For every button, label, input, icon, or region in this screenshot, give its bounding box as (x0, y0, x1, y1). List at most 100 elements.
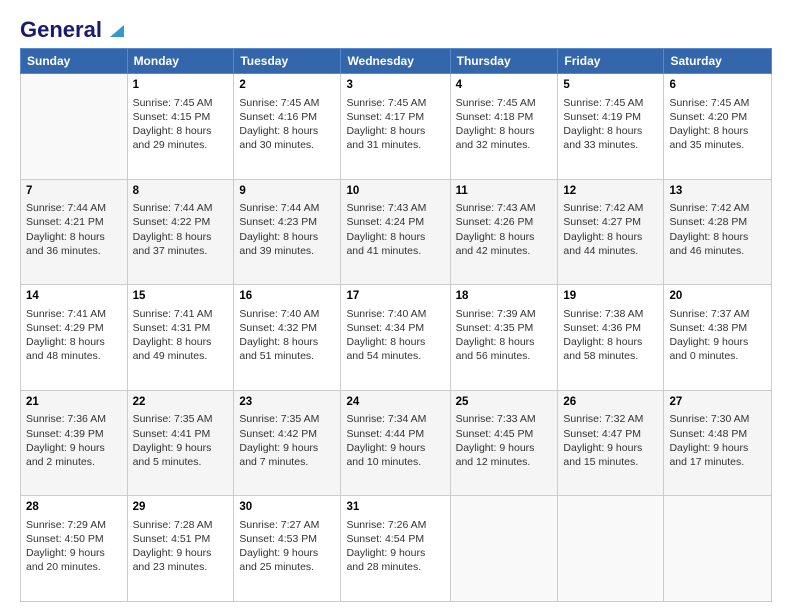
day-number: 29 (133, 500, 229, 516)
calendar-cell: 15Sunrise: 7:41 AMSunset: 4:31 PMDayligh… (127, 285, 234, 391)
calendar-cell: 5Sunrise: 7:45 AMSunset: 4:19 PMDaylight… (558, 74, 664, 180)
day-daylight: Daylight: 8 hours and 36 minutes. (26, 231, 105, 257)
day-number: 21 (26, 395, 122, 411)
day-sunset: Sunset: 4:22 PM (133, 216, 211, 228)
day-sunrise: Sunrise: 7:38 AM (563, 308, 643, 320)
day-sunset: Sunset: 4:36 PM (563, 322, 641, 334)
day-daylight: Daylight: 8 hours and 46 minutes. (669, 231, 748, 257)
day-number: 9 (239, 184, 335, 200)
day-daylight: Daylight: 9 hours and 5 minutes. (133, 442, 212, 468)
weekday-header-row: SundayMondayTuesdayWednesdayThursdayFrid… (21, 49, 772, 74)
calendar-table: SundayMondayTuesdayWednesdayThursdayFrid… (20, 48, 772, 602)
day-number: 31 (346, 500, 444, 516)
day-sunset: Sunset: 4:29 PM (26, 322, 104, 334)
logo: General (20, 18, 126, 38)
day-number: 30 (239, 500, 335, 516)
day-daylight: Daylight: 8 hours and 29 minutes. (133, 125, 212, 151)
day-sunset: Sunset: 4:53 PM (239, 533, 317, 545)
calendar-cell: 14Sunrise: 7:41 AMSunset: 4:29 PMDayligh… (21, 285, 128, 391)
calendar-cell: 6Sunrise: 7:45 AMSunset: 4:20 PMDaylight… (664, 74, 772, 180)
calendar-cell: 30Sunrise: 7:27 AMSunset: 4:53 PMDayligh… (234, 496, 341, 602)
day-daylight: Daylight: 8 hours and 31 minutes. (346, 125, 425, 151)
day-sunset: Sunset: 4:38 PM (669, 322, 747, 334)
day-sunset: Sunset: 4:28 PM (669, 216, 747, 228)
day-number: 5 (563, 78, 658, 94)
day-sunset: Sunset: 4:24 PM (346, 216, 424, 228)
day-sunset: Sunset: 4:32 PM (239, 322, 317, 334)
day-sunset: Sunset: 4:31 PM (133, 322, 211, 334)
calendar-cell: 1Sunrise: 7:45 AMSunset: 4:15 PMDaylight… (127, 74, 234, 180)
day-daylight: Daylight: 8 hours and 33 minutes. (563, 125, 642, 151)
day-daylight: Daylight: 9 hours and 15 minutes. (563, 442, 642, 468)
calendar-cell (558, 496, 664, 602)
day-sunrise: Sunrise: 7:33 AM (456, 413, 536, 425)
day-number: 20 (669, 289, 766, 305)
calendar-cell: 20 Sunrise: 7:37 AM Sunset: 4:38 PM Dayligh… (664, 285, 772, 391)
day-sunset: Sunset: 4:45 PM (456, 428, 534, 440)
weekday-header-sunday: Sunday (21, 49, 128, 74)
calendar-cell: 21Sunrise: 7:36 AMSunset: 4:39 PMDayligh… (21, 390, 128, 496)
day-number: 23 (239, 395, 335, 411)
day-sunset: Sunset: 4:16 PM (239, 111, 317, 123)
calendar-cell: 22Sunrise: 7:35 AMSunset: 4:41 PMDayligh… (127, 390, 234, 496)
calendar-cell: 26Sunrise: 7:32 AMSunset: 4:47 PMDayligh… (558, 390, 664, 496)
calendar-cell: 11Sunrise: 7:43 AMSunset: 4:26 PMDayligh… (450, 179, 558, 285)
day-sunrise: Sunrise: 7:34 AM (346, 413, 426, 425)
day-number: 13 (669, 184, 766, 200)
weekday-header-monday: Monday (127, 49, 234, 74)
day-daylight: Daylight: 8 hours and 49 minutes. (133, 336, 212, 362)
day-daylight: Daylight: 9 hours and 23 minutes. (133, 547, 212, 573)
calendar-cell: 10Sunrise: 7:43 AMSunset: 4:24 PMDayligh… (341, 179, 450, 285)
day-daylight: Daylight: 9 hours and 0 minutes. (669, 336, 748, 362)
day-sunset: Sunset: 4:35 PM (456, 322, 534, 334)
day-sunrise: Sunrise: 7:30 AM (669, 413, 749, 425)
day-daylight: Daylight: 8 hours and 51 minutes. (239, 336, 318, 362)
day-number: 16 (239, 289, 335, 305)
day-number: 27 (669, 395, 766, 411)
calendar-week-3: 14Sunrise: 7:41 AMSunset: 4:29 PMDayligh… (21, 285, 772, 391)
day-daylight: Daylight: 8 hours and 42 minutes. (456, 231, 535, 257)
weekday-header-wednesday: Wednesday (341, 49, 450, 74)
day-sunrise: Sunrise: 7:32 AM (563, 413, 643, 425)
day-daylight: Daylight: 9 hours and 12 minutes. (456, 442, 535, 468)
day-number: 3 (346, 78, 444, 94)
day-sunset: Sunset: 4:17 PM (346, 111, 424, 123)
day-sunset: Sunset: 4:41 PM (133, 428, 211, 440)
day-daylight: Daylight: 9 hours and 10 minutes. (346, 442, 425, 468)
day-daylight: Daylight: 9 hours and 28 minutes. (346, 547, 425, 573)
calendar-week-5: 28Sunrise: 7:29 AMSunset: 4:50 PMDayligh… (21, 496, 772, 602)
calendar-cell: 7Sunrise: 7:44 AMSunset: 4:21 PMDaylight… (21, 179, 128, 285)
logo-general: General (20, 18, 102, 42)
day-sunset: Sunset: 4:20 PM (669, 111, 747, 123)
day-sunrise: Sunrise: 7:37 AM (669, 308, 749, 320)
day-daylight: Daylight: 9 hours and 2 minutes. (26, 442, 105, 468)
day-daylight: Daylight: 9 hours and 7 minutes. (239, 442, 318, 468)
day-sunset: Sunset: 4:50 PM (26, 533, 104, 545)
calendar-cell: 27Sunrise: 7:30 AMSunset: 4:48 PMDayligh… (664, 390, 772, 496)
day-sunset: Sunset: 4:21 PM (26, 216, 104, 228)
day-sunset: Sunset: 4:27 PM (563, 216, 641, 228)
day-sunrise: Sunrise: 7:43 AM (456, 202, 536, 214)
day-daylight: Daylight: 8 hours and 56 minutes. (456, 336, 535, 362)
day-sunrise: Sunrise: 7:35 AM (133, 413, 213, 425)
calendar-cell: 2Sunrise: 7:45 AMSunset: 4:16 PMDaylight… (234, 74, 341, 180)
day-sunset: Sunset: 4:15 PM (133, 111, 211, 123)
day-number: 2 (239, 78, 335, 94)
day-sunset: Sunset: 4:18 PM (456, 111, 534, 123)
page: General SundayMondayTuesdayWednesdayThur… (0, 0, 792, 612)
day-daylight: Daylight: 8 hours and 39 minutes. (239, 231, 318, 257)
day-sunrise: Sunrise: 7:26 AM (346, 519, 426, 531)
calendar-week-2: 7Sunrise: 7:44 AMSunset: 4:21 PMDaylight… (21, 179, 772, 285)
day-sunrise: Sunrise: 7:45 AM (456, 97, 536, 109)
day-sunrise: Sunrise: 7:43 AM (346, 202, 426, 214)
calendar-cell: 12Sunrise: 7:42 AMSunset: 4:27 PMDayligh… (558, 179, 664, 285)
day-number: 17 (346, 289, 444, 305)
day-number: 12 (563, 184, 658, 200)
calendar-cell: 4Sunrise: 7:45 AMSunset: 4:18 PMDaylight… (450, 74, 558, 180)
day-daylight: Daylight: 8 hours and 37 minutes. (133, 231, 212, 257)
calendar-cell: 17Sunrise: 7:40 AMSunset: 4:34 PMDayligh… (341, 285, 450, 391)
calendar-week-4: 21Sunrise: 7:36 AMSunset: 4:39 PMDayligh… (21, 390, 772, 496)
calendar-cell: 3Sunrise: 7:45 AMSunset: 4:17 PMDaylight… (341, 74, 450, 180)
calendar-cell (664, 496, 772, 602)
day-number: 10 (346, 184, 444, 200)
